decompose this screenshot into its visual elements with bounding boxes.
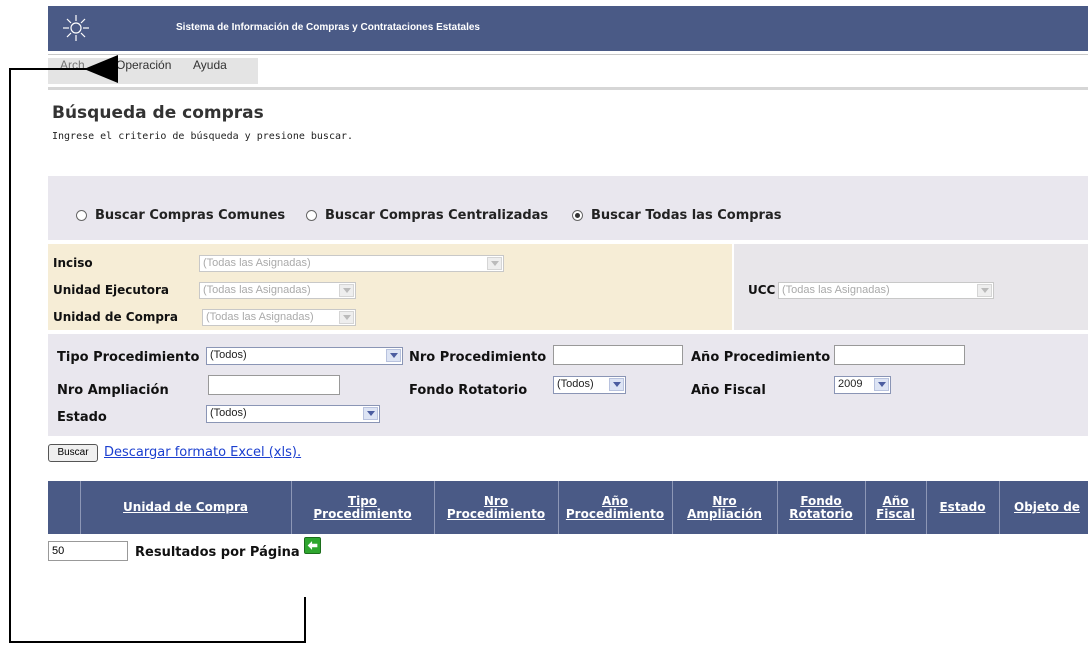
column-title-line: Procedimiento [565, 506, 665, 521]
radio-compras-centralizadas[interactable]: Buscar Compras Centralizadas [306, 206, 548, 224]
results-per-page-label: Resultados por Página [135, 545, 300, 560]
chevron-down-icon [874, 378, 889, 391]
select-value: (Todas las Asignadas) [203, 257, 311, 269]
fondo-rotatorio-select[interactable]: (Todos) [553, 376, 626, 394]
radio-label: Buscar Compras Comunes [95, 207, 286, 223]
select-value: (Todas las Asignadas) [206, 311, 314, 323]
menu-bottom-divider [48, 87, 1088, 90]
unidad-compra-label: Unidad de Compra [53, 310, 178, 324]
fondo-rotatorio-label: Fondo Rotatorio [409, 383, 528, 398]
chevron-down-icon [977, 284, 992, 297]
column-title: Fondo Rotatorio [789, 493, 853, 521]
column-header-fondo-rotatorio[interactable]: Fondo Rotatorio [777, 481, 865, 534]
radio-compras-comunes[interactable]: Buscar Compras Comunes [76, 206, 285, 224]
column-title: Año Fiscal [876, 493, 915, 521]
select-value: 2009 [838, 378, 863, 390]
column-header-objeto[interactable]: Objeto de [999, 481, 1088, 534]
select-value: (Todos) [210, 407, 247, 419]
chevron-down-icon [609, 378, 624, 391]
select-value: (Todos) [210, 349, 247, 361]
column-header-unidad-compra[interactable]: Unidad de Compra [80, 481, 291, 534]
chevron-down-icon [386, 349, 401, 362]
nro-ampliacion-label: Nro Ampliación [57, 383, 169, 398]
column-title-line: Año [601, 493, 629, 508]
column-title: Unidad de Compra [123, 500, 248, 514]
radio-label: Buscar Todas las Compras [591, 207, 782, 223]
pointer-arrow-icon [84, 55, 118, 83]
estado-label: Estado [57, 410, 107, 425]
radio-button[interactable] [306, 209, 317, 221]
chevron-down-icon [339, 311, 354, 324]
sun-emblem-icon [63, 15, 89, 41]
column-header-anio-fiscal[interactable]: Año Fiscal [865, 481, 926, 534]
radio-todas-compras[interactable]: Buscar Todas las Compras [572, 206, 781, 224]
column-title-line: Nro [483, 493, 509, 508]
column-title: Nro Procedimiento [446, 493, 546, 521]
menu-top-divider [48, 54, 1088, 55]
column-header-anio-procedimiento[interactable]: Año Procedimiento [558, 481, 672, 534]
buscar-button[interactable]: Buscar [48, 444, 98, 462]
column-title-line: Ampliación [687, 506, 762, 521]
nro-procedimiento-input[interactable] [553, 345, 683, 365]
select-value: (Todas las Asignadas) [203, 284, 311, 296]
radio-button[interactable] [76, 209, 87, 221]
inciso-select[interactable]: (Todas las Asignadas) [199, 255, 504, 272]
column-title-line: Año [882, 493, 909, 508]
column-title-line: Rotatorio [789, 506, 853, 521]
nro-procedimiento-label: Nro Procedimiento [409, 350, 547, 365]
column-title: Estado [939, 500, 986, 514]
tipo-procedimiento-select[interactable]: (Todos) [206, 347, 403, 365]
ucc-label: UCC [748, 283, 776, 297]
column-title: Tipo Procedimiento [313, 493, 412, 521]
radio-label: Buscar Compras Centralizadas [325, 207, 549, 223]
annotation-line-vertical-right [304, 597, 306, 643]
menu-item-operacion[interactable]: Operación [116, 58, 171, 84]
column-header-tipo-procedimiento[interactable]: Tipo Procedimiento [291, 481, 434, 534]
select-value: (Todas las Asignadas) [782, 284, 890, 296]
select-value: (Todos) [557, 378, 594, 390]
annotation-line-bottom [9, 641, 306, 643]
back-arrow-icon[interactable] [304, 537, 321, 554]
annotation-line-top [9, 68, 91, 70]
chevron-down-icon [339, 284, 354, 297]
inciso-label: Inciso [53, 256, 93, 270]
chevron-down-icon [363, 407, 378, 420]
page-size-input[interactable] [48, 541, 128, 561]
menu-item-archivo[interactable]: Arch [60, 58, 85, 84]
column-title-line: Fiscal [876, 506, 915, 521]
column-title-line: Nro [712, 493, 737, 508]
unidad-ejecutora-select[interactable]: (Todas las Asignadas) [199, 282, 356, 299]
download-excel-link[interactable]: Descargar formato Excel (xls). [104, 445, 301, 460]
app-title: Sistema de Información de Compras y Cont… [176, 22, 480, 33]
unidad-ejecutora-label: Unidad Ejecutora [53, 283, 169, 297]
estado-select[interactable]: (Todos) [206, 405, 380, 423]
page-title: Búsqueda de compras [52, 103, 264, 123]
column-title: Año Procedimiento [565, 493, 665, 521]
column-header-nro-procedimiento[interactable]: Nro Procedimiento [434, 481, 558, 534]
menu-bar: Arch Operación Ayuda [48, 58, 258, 84]
column-title: Nro Ampliación [687, 493, 762, 521]
column-title-line: Fondo [800, 493, 842, 508]
anio-fiscal-label: Año Fiscal [691, 383, 766, 398]
anio-procedimiento-label: Año Procedimiento [691, 350, 831, 365]
unidad-compra-select[interactable]: (Todas las Asignadas) [202, 309, 356, 326]
column-header-estado[interactable]: Estado [926, 481, 999, 534]
column-title: Objeto de [1014, 500, 1080, 514]
column-title-line: Procedimiento [313, 506, 412, 521]
page-subtitle: Ingrese el criterio de búsqueda y presio… [52, 131, 354, 142]
ucc-select[interactable]: (Todas las Asignadas) [778, 282, 994, 299]
menu-item-ayuda[interactable]: Ayuda [193, 58, 227, 84]
tipo-procedimiento-label: Tipo Procedimiento [57, 350, 200, 365]
nro-ampliacion-input[interactable] [208, 375, 340, 395]
annotation-line-vertical-left [9, 68, 11, 643]
radio-button-selected[interactable] [572, 209, 583, 221]
anio-procedimiento-input[interactable] [834, 345, 965, 365]
column-title-line: Procedimiento [446, 506, 546, 521]
column-title-line: Tipo [347, 493, 378, 508]
chevron-down-icon [487, 257, 502, 270]
anio-fiscal-select[interactable]: 2009 [834, 376, 891, 394]
column-header-nro-ampliacion[interactable]: Nro Ampliación [672, 481, 777, 534]
